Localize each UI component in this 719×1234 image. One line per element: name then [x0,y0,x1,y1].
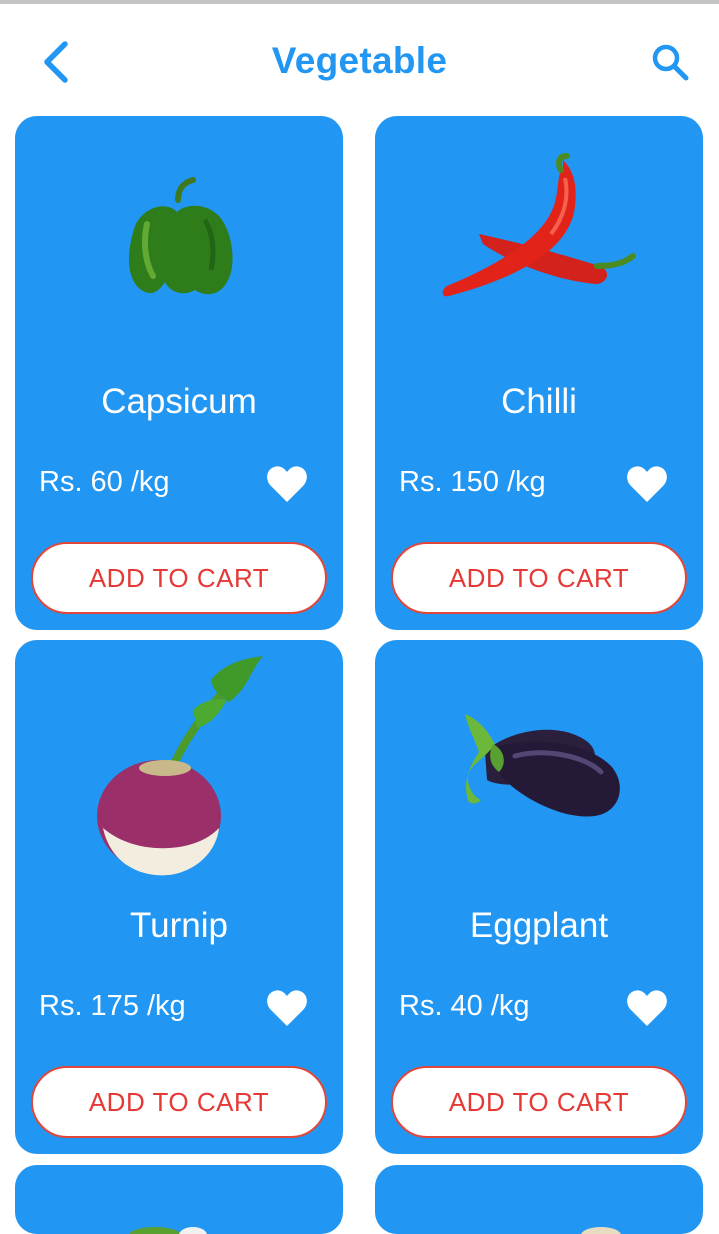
add-to-cart-button[interactable]: ADD TO CART [391,542,687,614]
product-card-partial[interactable] [375,1165,703,1234]
product-price: Rs. 40 /kg [399,990,530,1022]
vegetable-image-partial [129,1227,207,1234]
turnip-image [15,640,343,900]
product-price: Rs. 175 /kg [39,990,186,1022]
product-name: Chilli [501,382,577,421]
product-card-partial[interactable] [15,1165,343,1234]
eggplant-image [375,640,703,900]
product-card-capsicum[interactable]: Capsicum Rs. 60 /kg ADD TO CART [15,116,343,630]
heart-icon[interactable] [623,984,671,1032]
product-name: Turnip [130,906,228,945]
add-to-cart-button[interactable]: ADD TO CART [391,1066,687,1138]
heart-icon[interactable] [263,984,311,1032]
add-to-cart-button[interactable]: ADD TO CART [31,542,327,614]
product-price: Rs. 150 /kg [399,466,546,498]
vegetable-image-partial [581,1227,621,1234]
add-to-cart-button[interactable]: ADD TO CART [31,1066,327,1138]
product-name: Capsicum [101,382,257,421]
product-card-turnip[interactable]: Turnip Rs. 175 /kg ADD TO CART [15,640,343,1154]
product-name: Eggplant [469,906,609,945]
heart-icon[interactable] [263,460,311,508]
heart-icon[interactable] [623,460,671,508]
capsicum-image [15,116,343,376]
product-price: Rs. 60 /kg [39,466,170,498]
chilli-image [375,116,703,376]
product-card-eggplant[interactable]: Eggplant Rs. 40 /kg ADD TO CART [375,640,703,1154]
product-card-chilli[interactable]: Chilli Rs. 150 /kg ADD TO CART [375,116,703,630]
product-grid: Capsicum Rs. 60 /kg ADD TO CART Chilli R… [0,0,719,1234]
